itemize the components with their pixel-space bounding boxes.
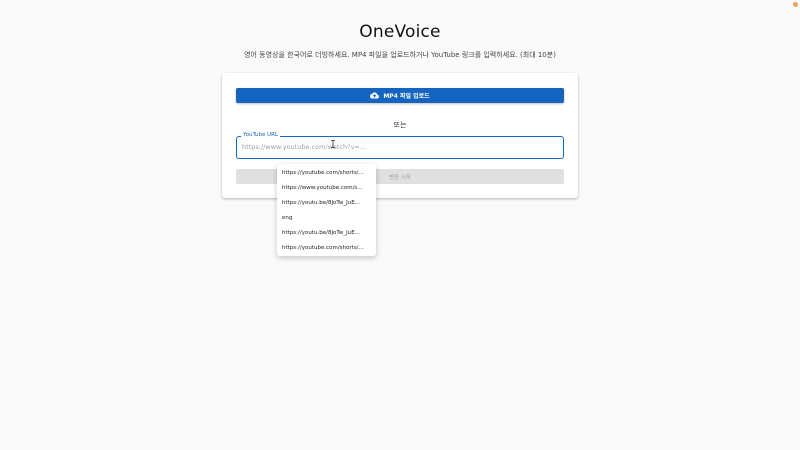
autocomplete-item[interactable]: https://youtu.be/8JoTw_JuE... bbox=[277, 226, 376, 241]
text-cursor-icon bbox=[331, 140, 335, 148]
upload-mp4-button[interactable]: MP4 파일 업로드 bbox=[236, 88, 564, 103]
youtube-url-input[interactable] bbox=[242, 137, 552, 157]
page-title: OneVoice bbox=[359, 22, 441, 42]
cloud-upload-icon bbox=[370, 92, 380, 99]
autocomplete-dropdown: https://youtube.com/shorts/... https://w… bbox=[277, 164, 376, 256]
status-dot bbox=[793, 2, 798, 7]
youtube-url-field[interactable]: YouTube URL bbox=[236, 132, 564, 159]
autocomplete-item[interactable]: https://www.youtube.com/s... bbox=[277, 181, 376, 196]
main-card: MP4 파일 업로드 또는 YouTube URL 변환 시작 bbox=[222, 73, 578, 198]
page-subtitle: 영어 동영상을 한국어로 더빙하세요. MP4 파일을 업로드하거나 YouTu… bbox=[244, 51, 556, 59]
or-divider-text: 또는 bbox=[393, 121, 407, 129]
autocomplete-item[interactable]: https://youtube.com/shorts/... bbox=[277, 241, 376, 256]
autocomplete-item[interactable]: https://youtube.com/shorts/... bbox=[277, 166, 376, 181]
upload-button-label: MP4 파일 업로드 bbox=[383, 93, 430, 100]
autocomplete-item[interactable]: https://youtu.be/8JoTw_JuE... bbox=[277, 196, 376, 211]
autocomplete-item[interactable]: eng bbox=[277, 211, 376, 226]
